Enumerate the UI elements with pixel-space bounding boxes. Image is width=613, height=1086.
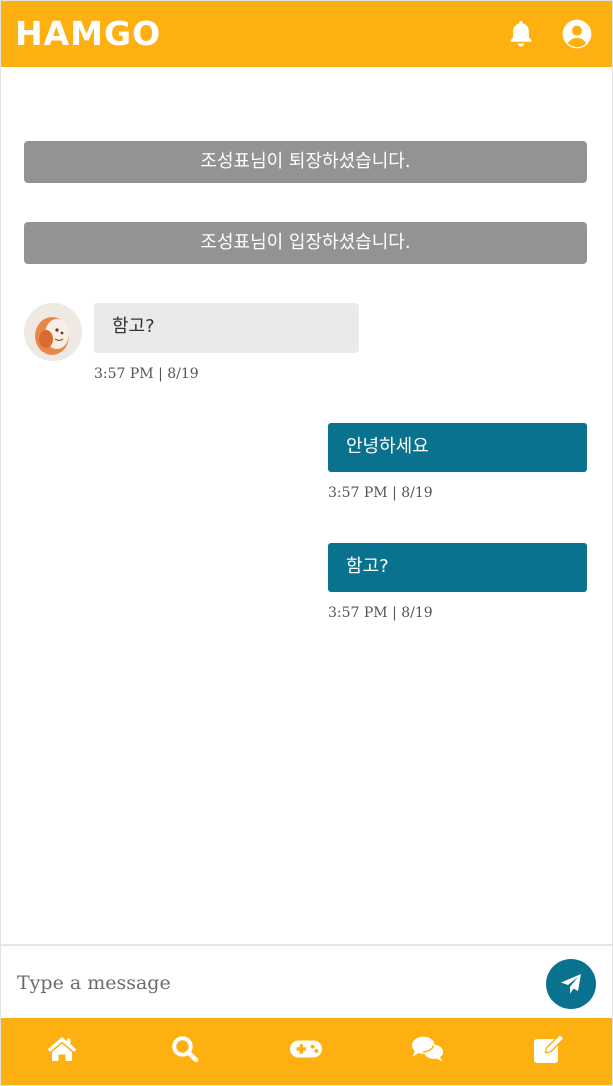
- bell-icon[interactable]: [504, 17, 538, 51]
- message-input[interactable]: [17, 964, 517, 1002]
- system-notice-joined: 조성표님이 입장하셨습니다.: [24, 222, 587, 264]
- home-icon[interactable]: [45, 1032, 79, 1066]
- avatar[interactable]: [24, 303, 82, 361]
- message-timestamp: 3:57 PM | 8/19: [94, 366, 199, 382]
- message-timestamp: 3:57 PM | 8/19: [328, 485, 433, 501]
- system-notice-left: 조성표님이 퇴장하셨습니다.: [24, 141, 587, 183]
- outgoing-message-bubble: 안녕하세요: [328, 423, 587, 472]
- chat-bubbles-icon[interactable]: [411, 1032, 445, 1066]
- gamepad-icon[interactable]: [289, 1032, 323, 1066]
- edit-icon[interactable]: [532, 1032, 566, 1066]
- message-timestamp: 3:57 PM | 8/19: [328, 605, 433, 621]
- header-bar: HAMGO: [1, 1, 612, 67]
- message-composer: [1, 944, 612, 1019]
- send-button[interactable]: [546, 959, 596, 1009]
- paper-plane-icon: [561, 974, 581, 994]
- app-logo[interactable]: HAMGO: [15, 14, 161, 54]
- incoming-message-bubble: 함고?: [94, 303, 359, 353]
- outgoing-message-bubble: 함고?: [328, 543, 587, 592]
- user-circle-icon[interactable]: [560, 17, 594, 51]
- bottom-navigation: [1, 1018, 612, 1085]
- search-icon[interactable]: [168, 1032, 202, 1066]
